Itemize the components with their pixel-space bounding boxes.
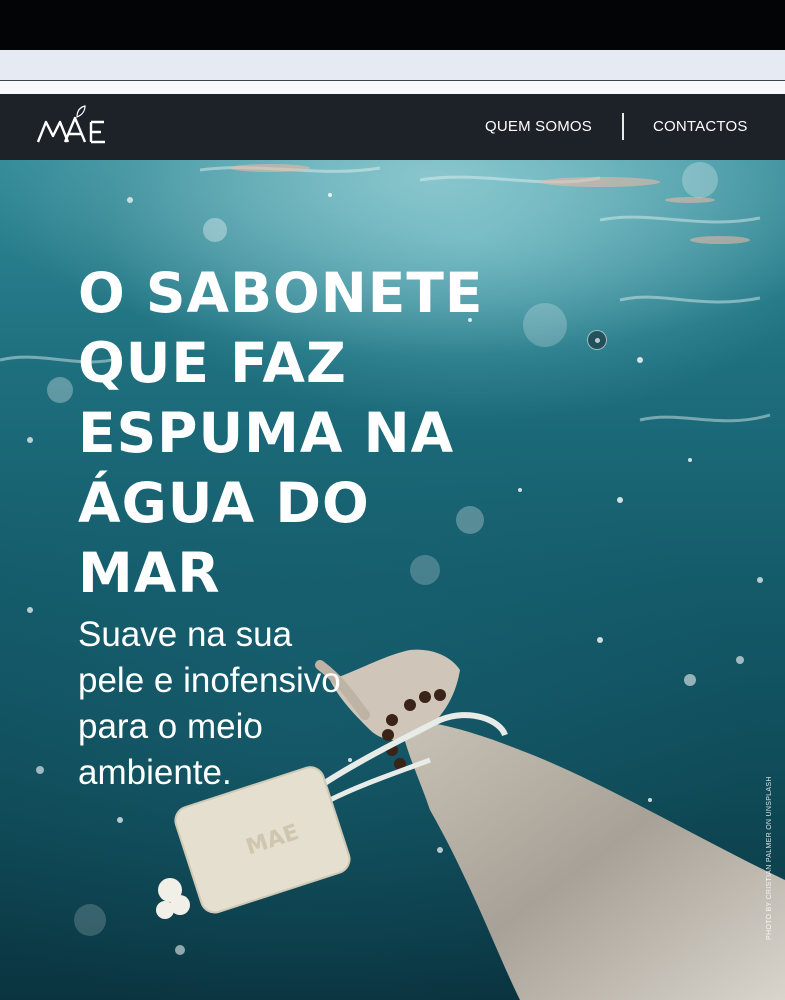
brand-logo[interactable]: [35, 104, 110, 150]
browser-address-strip: [0, 50, 785, 81]
headline-line: ÁGUA DO: [78, 471, 370, 535]
subline-line: pele e inofensivo: [78, 661, 341, 700]
headline-line: O SABONETE: [78, 261, 484, 325]
nav-divider: [622, 113, 624, 140]
subline-line: ambiente.: [78, 753, 232, 792]
headline-line: MAR: [78, 541, 221, 605]
nav-link-contactos[interactable]: CONTACTOS: [653, 118, 748, 135]
browser-top-bar: [0, 0, 785, 50]
hero-section: MAE O SABONETE QUE FAZ ESPUMA NA ÁGUA DO…: [0, 160, 785, 1000]
leaf-logo-icon: [36, 105, 105, 144]
cursor-indicator: [587, 330, 607, 350]
photo-credit: PHOTO BY CRISTIAN PALMER ON UNSPLASH: [766, 776, 773, 940]
subline-line: para o meio: [78, 707, 263, 746]
browser-gap-strip: [0, 81, 785, 94]
nav-link-quem-somos[interactable]: QUEM SOMOS: [485, 118, 592, 135]
hero-subline: Suave na sua pele e inofensivo para o me…: [78, 612, 398, 796]
headline-line: ESPUMA NA: [78, 401, 455, 465]
site-navbar: QUEM SOMOS CONTACTOS: [0, 94, 785, 160]
subline-line: Suave na sua: [78, 615, 293, 654]
hero-headline: O SABONETE QUE FAZ ESPUMA NA ÁGUA DO MAR: [78, 258, 538, 608]
headline-line: QUE FAZ: [78, 331, 347, 395]
